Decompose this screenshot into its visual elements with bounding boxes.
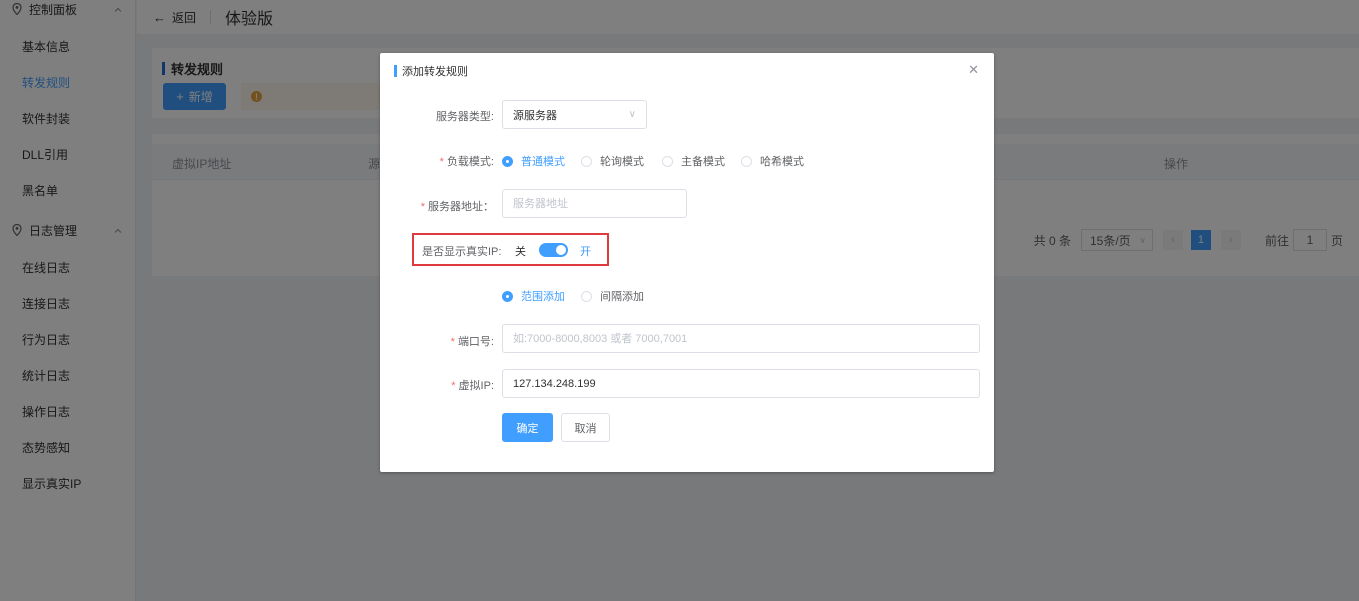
radio-circle [502, 290, 513, 302]
radio-label: 间隔添加 [600, 291, 644, 303]
radio-round-robin-mode[interactable]: 轮询模式 [581, 153, 644, 169]
title-accent-bar [394, 65, 397, 77]
server-address-label: * 服务器地址： [421, 198, 494, 214]
show-real-ip-label: 是否显示真实IP: [422, 246, 502, 258]
server-address-input[interactable] [502, 189, 687, 218]
radio-label: 主备模式 [681, 156, 725, 168]
radio-label: 普通模式 [521, 156, 565, 168]
radio-circle [581, 155, 592, 167]
dialog-title-text: 添加转发规则 [402, 66, 468, 78]
radio-normal-mode[interactable]: 普通模式 [502, 153, 565, 169]
switch-off-label: 关 [515, 246, 526, 258]
chevron-down-icon: ∨ [628, 109, 636, 120]
port-label-text: 端口号: [457, 336, 494, 348]
close-icon[interactable]: ✕ [968, 62, 979, 78]
add-rule-dialog: 添加转发规则 ✕ 服务器类型: 源服务器 ∨ * 负载模式: 普通模式 轮询模式 … [380, 53, 994, 472]
server-type-value: 源服务器 [513, 109, 557, 122]
required-asterisk: * [420, 201, 425, 213]
radio-label: 哈希模式 [760, 156, 804, 168]
server-type-label: 服务器类型: [435, 111, 494, 123]
radio-label: 范围添加 [521, 291, 565, 303]
required-asterisk: * [450, 336, 455, 348]
radio-interval-add[interactable]: 间隔添加 [581, 288, 644, 304]
server-type-select[interactable]: 源服务器 ∨ [502, 100, 647, 129]
radio-primary-backup-mode[interactable]: 主备模式 [662, 153, 725, 169]
required-asterisk: * [451, 380, 456, 392]
virtual-ip-input[interactable] [502, 369, 980, 398]
cancel-button[interactable]: 取消 [561, 413, 610, 442]
dialog-title: 添加转发规则 [394, 63, 468, 79]
load-mode-label-text: 负载模式: [446, 156, 494, 168]
show-real-ip-switch[interactable] [539, 243, 568, 257]
radio-range-add[interactable]: 范围添加 [502, 288, 565, 304]
radio-circle [741, 155, 752, 167]
radio-circle [581, 290, 592, 302]
confirm-button[interactable]: 确定 [502, 413, 553, 442]
virtual-ip-label: * 虚拟IP: [451, 377, 494, 393]
load-mode-label: * 负载模式: [440, 153, 494, 169]
server-address-label-text: 服务器地址： [428, 201, 494, 213]
switch-on-label: 开 [580, 246, 591, 258]
port-label: * 端口号: [451, 333, 494, 349]
radio-circle [662, 155, 673, 167]
radio-hash-mode[interactable]: 哈希模式 [741, 153, 804, 169]
radio-circle [502, 155, 513, 167]
virtual-ip-label-text: 虚拟IP: [458, 380, 494, 392]
radio-label: 轮询模式 [600, 156, 644, 168]
port-input[interactable] [502, 324, 980, 353]
switch-knob [556, 245, 566, 255]
required-asterisk: * [439, 156, 444, 168]
